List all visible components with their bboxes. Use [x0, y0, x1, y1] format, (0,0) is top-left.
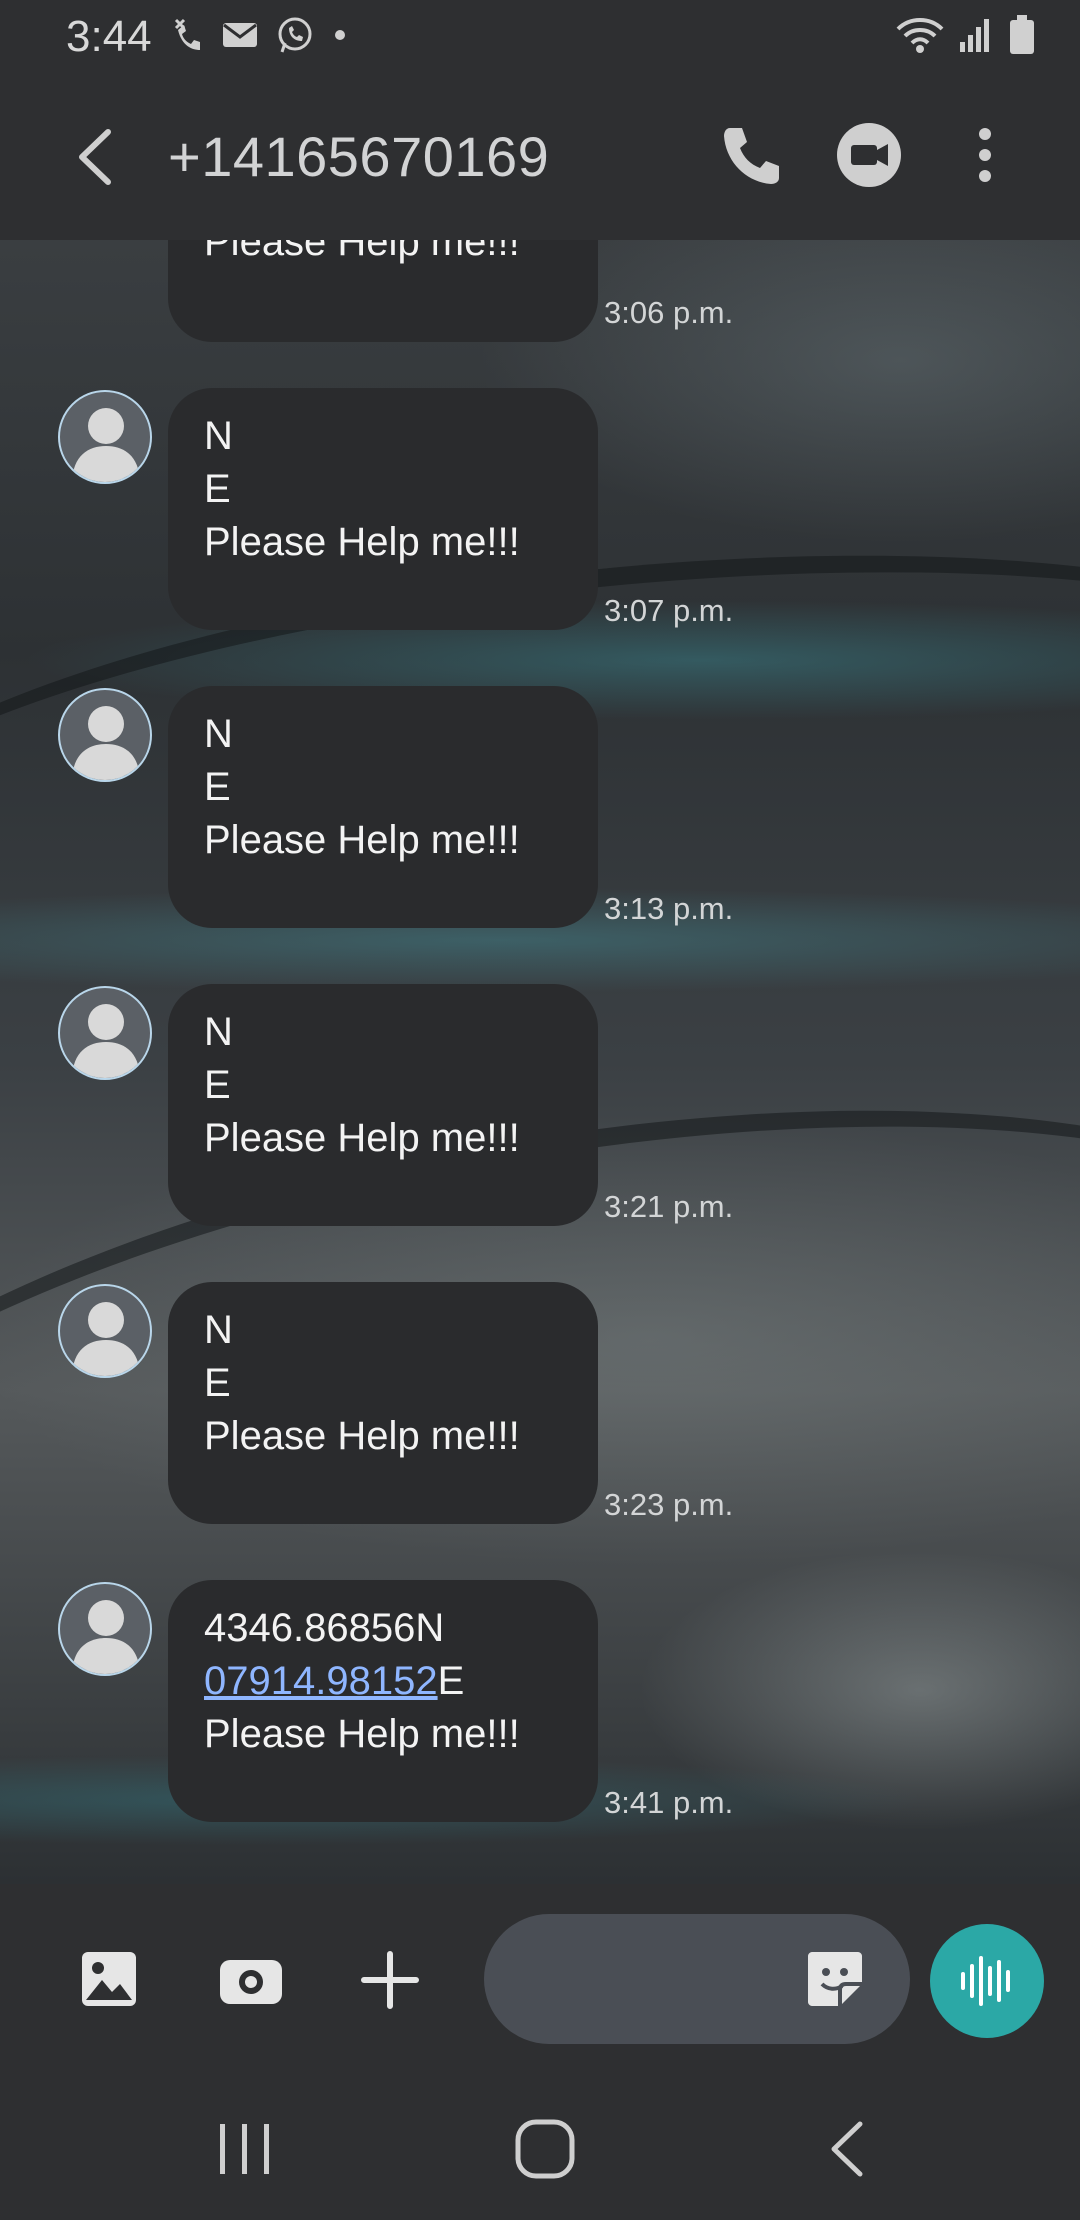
wifi-icon [896, 18, 944, 53]
message-bubble[interactable]: N E Please Help me!!! [168, 686, 598, 928]
message-line: N [204, 1010, 233, 1054]
phone-number-link[interactable]: 07914.98152 [204, 1659, 438, 1703]
contact-avatar[interactable] [58, 1284, 152, 1378]
message-line: N [204, 414, 233, 458]
message-line: N [204, 1308, 233, 1352]
gallery-icon[interactable] [80, 1950, 138, 2008]
contact-avatar[interactable] [58, 390, 152, 484]
mail-icon [223, 23, 257, 47]
recent-apps-icon[interactable] [210, 2122, 280, 2176]
message-line-coordinates: 07914.98152E [204, 1655, 562, 1708]
status-time: 3:44 [66, 12, 152, 61]
message-time: 3:13 p.m. [604, 891, 734, 926]
more-icon[interactable] [960, 120, 1010, 190]
nav-back-icon[interactable] [822, 2116, 872, 2182]
person-icon [72, 706, 140, 780]
missed-call-icon [174, 18, 200, 50]
message-bubble[interactable]: 4346.86856N 07914.98152E Please Help me!… [168, 1580, 598, 1822]
message-line: E [204, 765, 231, 809]
person-icon [72, 1302, 140, 1376]
contact-avatar[interactable] [58, 1582, 152, 1676]
message-line: Please Help me!!! [204, 1116, 520, 1160]
whatsapp-icon [278, 17, 312, 53]
camera-icon[interactable] [218, 1954, 284, 2006]
status-bar: 3:44 [0, 0, 1080, 76]
system-nav-bar [0, 2076, 1080, 2220]
message-bubble[interactable]: N E Please Help me!!! [168, 388, 598, 630]
notification-icons [170, 16, 348, 54]
message-line: E [204, 1063, 231, 1107]
person-icon [72, 408, 140, 482]
conversation-header: +14165670169 [0, 76, 1080, 240]
message-line: Please Help me!!! [204, 520, 520, 564]
dot-icon [335, 30, 345, 40]
back-icon[interactable] [66, 122, 126, 192]
voice-record-button[interactable] [930, 1924, 1044, 2038]
signal-icon [960, 19, 989, 52]
message-bubble[interactable]: N E Please Help me!!! [168, 984, 598, 1226]
voice-icon [961, 1956, 1010, 2006]
video-call-icon[interactable] [834, 120, 904, 190]
message-list[interactable]: Please Help me!!! 3:06 p.m. N E Please H… [0, 240, 1080, 1884]
message-time: 3:07 p.m. [604, 593, 734, 628]
message-line: E [204, 467, 231, 511]
message-bubble[interactable]: N E Please Help me!!! [168, 1282, 598, 1524]
message-time: 3:21 p.m. [604, 1189, 734, 1224]
person-icon [72, 1004, 140, 1078]
person-icon [72, 1600, 140, 1674]
message-line: Please Help me!!! [204, 1712, 520, 1756]
compose-bar [0, 1884, 1080, 2076]
sticker-icon[interactable] [806, 1950, 864, 2008]
message-text: E [437, 1659, 465, 1703]
add-icon[interactable] [360, 1950, 420, 2010]
contact-avatar[interactable] [58, 688, 152, 782]
message-time: 3:23 p.m. [604, 1487, 734, 1522]
message-line: Please Help me!!! [204, 240, 520, 264]
message-line: Please Help me!!! [204, 818, 520, 862]
contact-title[interactable]: +14165670169 [168, 124, 549, 189]
battery-icon [1010, 15, 1034, 54]
contact-avatar[interactable] [58, 986, 152, 1080]
message-time: 3:06 p.m. [604, 295, 734, 330]
message-line: E [204, 1361, 231, 1405]
message-time: 3:41 p.m. [604, 1785, 734, 1820]
message-line: 4346.86856N [204, 1606, 445, 1650]
home-icon[interactable] [512, 2116, 578, 2182]
message-bubble[interactable]: Please Help me!!! [168, 240, 598, 342]
message-line: N [204, 712, 233, 756]
message-line: Please Help me!!! [204, 1414, 520, 1458]
system-icons [896, 14, 1036, 56]
phone-icon[interactable] [716, 120, 786, 190]
